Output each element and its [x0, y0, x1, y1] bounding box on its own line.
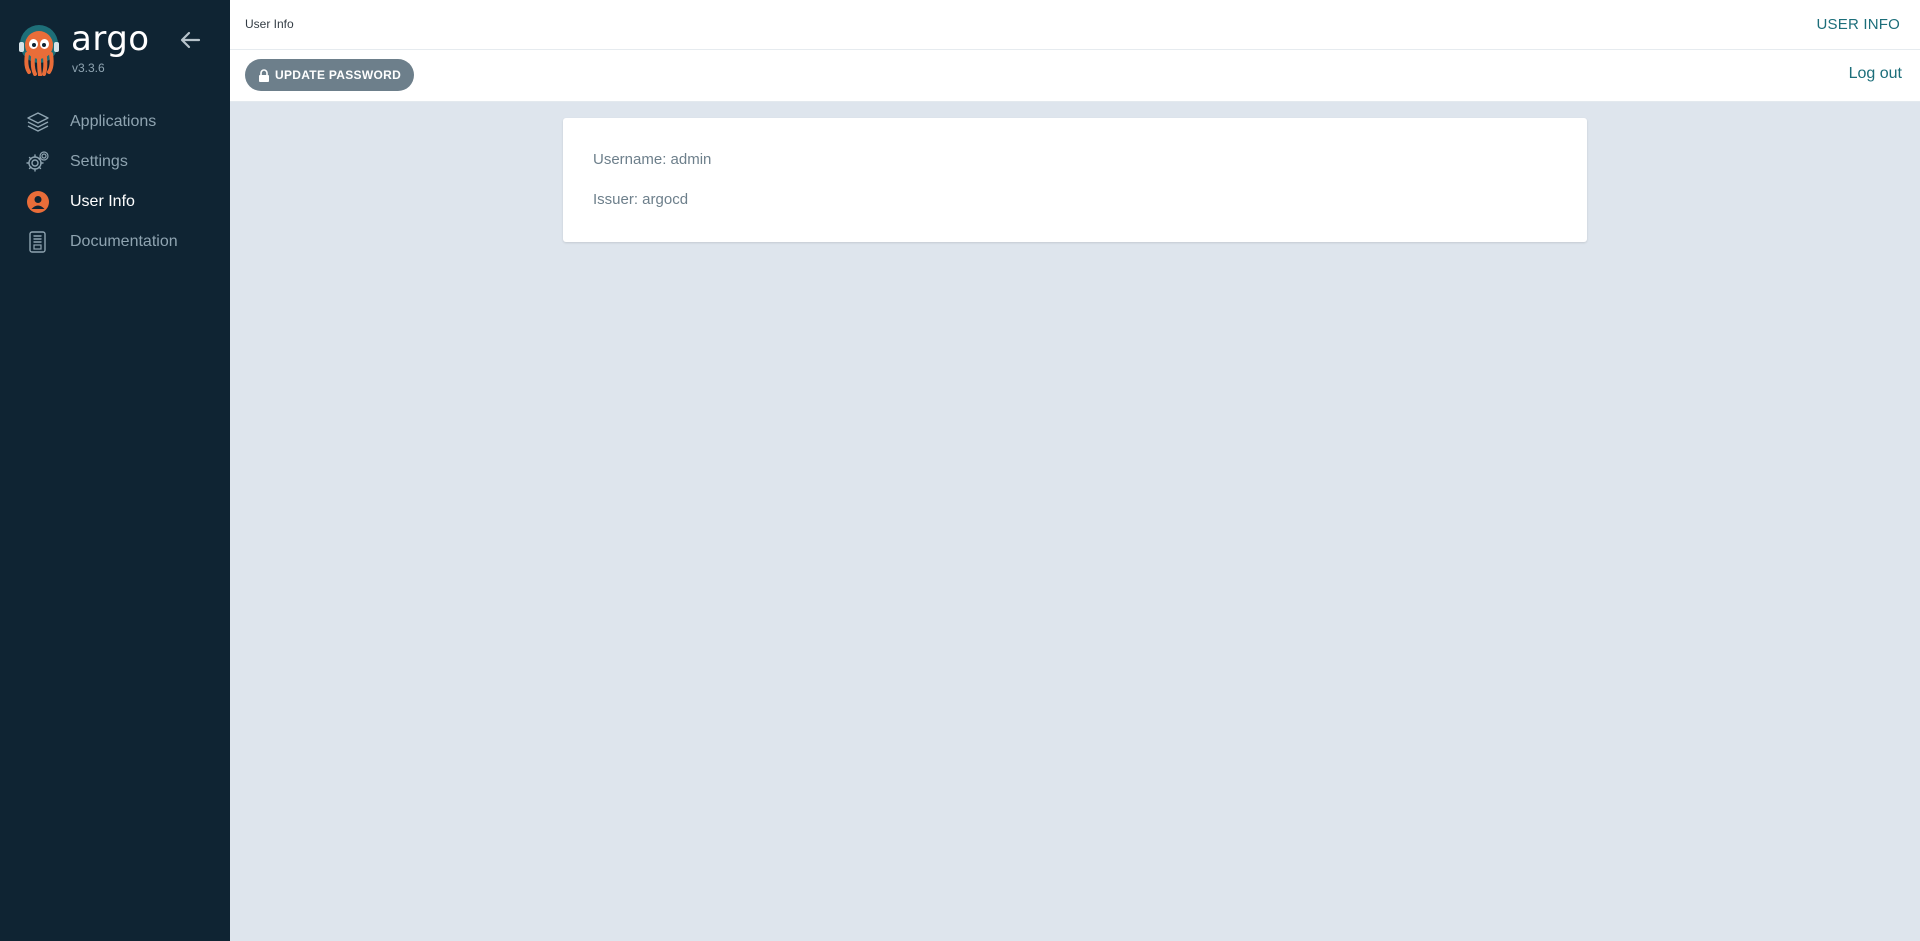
toolbar: UPDATE PASSWORD Log out — [230, 50, 1920, 102]
user-circle-icon — [27, 191, 49, 213]
sidebar-item-settings[interactable]: Settings — [0, 142, 230, 182]
layers-icon — [27, 112, 49, 132]
sidebar-item-label: Settings — [70, 153, 128, 170]
app-root: argo v3.3.6 Applications Settings User I… — [0, 0, 1920, 941]
argo-logo-icon — [19, 25, 59, 76]
brand-version: v3.3.6 — [72, 61, 105, 75]
sidebar-item-label: Documentation — [70, 233, 178, 250]
update-password-label: UPDATE PASSWORD — [275, 68, 402, 82]
sidebar-item-applications[interactable]: Applications — [0, 102, 230, 142]
page-title: User Info — [245, 17, 294, 31]
sidebar-item-user-info[interactable]: User Info — [0, 182, 230, 222]
sidebar: argo v3.3.6 Applications Settings User I… — [0, 0, 230, 941]
brand: argo v3.3.6 — [0, 0, 230, 90]
sidebar-item-label: User Info — [70, 193, 135, 210]
user-info-card: Username: admin Issuer: argocd — [563, 118, 1587, 242]
user-info-link[interactable]: USER INFO — [1817, 16, 1900, 33]
logout-link[interactable]: Log out — [1849, 65, 1902, 83]
main-content: User Info USER INFO UPDATE PASSWORD Log … — [230, 0, 1920, 941]
brand-name: argo — [71, 19, 150, 59]
collapse-sidebar-arrow-icon[interactable] — [179, 30, 201, 50]
issuer-text: Issuer: argocd — [593, 191, 689, 208]
username-text: Username: admin — [593, 151, 712, 168]
sidebar-item-documentation[interactable]: Documentation — [0, 222, 230, 262]
sidebar-item-label: Applications — [70, 113, 157, 130]
sidebar-nav: Applications Settings User Info Document… — [0, 102, 230, 262]
lock-icon — [259, 68, 269, 82]
update-password-button[interactable]: UPDATE PASSWORD — [245, 59, 414, 91]
top-bar: User Info USER INFO — [230, 0, 1920, 50]
book-icon — [29, 231, 46, 253]
gear-icon — [26, 151, 49, 172]
